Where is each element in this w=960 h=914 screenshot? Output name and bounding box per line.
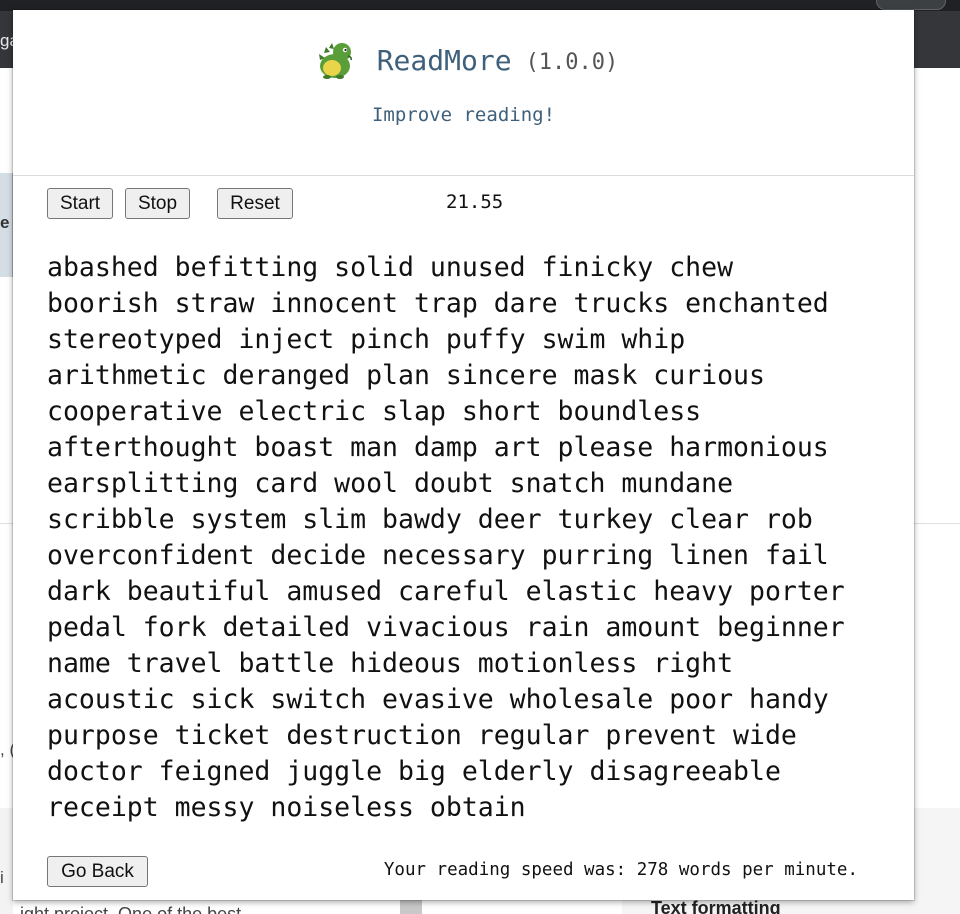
word-line: stereotyped inject pinch puffy swim whip: [47, 324, 686, 355]
reset-button[interactable]: Reset: [217, 188, 293, 219]
background-divider: [914, 523, 960, 524]
word-line: arithmetic deranged plan sincere mask cu…: [47, 360, 765, 391]
app-title: ReadMore: [376, 43, 512, 77]
timer-display: 21.55: [446, 191, 504, 213]
word-line: pedal fork detailed vivacious rain amoun…: [47, 612, 845, 643]
start-button[interactable]: Start: [47, 188, 113, 219]
side-panel-text-fragment: e: [0, 213, 10, 232]
app-subtitle: Improve reading!: [371, 104, 556, 126]
dinosaur-logo-icon: [318, 43, 352, 79]
word-line: overconfident decide necessary purring l…: [47, 540, 829, 571]
title-row: ReadMore (1.0.0): [13, 35, 914, 85]
app-version: (1.0.0): [525, 50, 619, 75]
word-line: boorish straw innocent trap dare trucks …: [47, 288, 829, 319]
reading-text: abashed befitting solid unused finicky c…: [47, 250, 897, 826]
word-line: doctor feigned juggle big elderly disagr…: [47, 756, 781, 787]
word-line: afterthought boast man damp art please h…: [47, 432, 829, 463]
background-paragraph: ight project. One of the best: [20, 904, 242, 914]
background-scrollbar[interactable]: [400, 900, 422, 914]
word-line: purpose ticket destruction regular preve…: [47, 720, 797, 751]
popup-header: ReadMore (1.0.0) Improve reading!: [13, 10, 914, 176]
word-line: earsplitting card wool doubt snatch mund…: [47, 468, 734, 499]
word-line: scribble system slim bawdy deer turkey c…: [47, 504, 813, 535]
browser-profile-pill[interactable]: [876, 0, 946, 10]
background-divider-left: [0, 523, 13, 524]
word-line: cooperative electric slap short boundles…: [47, 396, 702, 427]
word-line: acoustic sick switch evasive wholesale p…: [47, 684, 829, 715]
word-line: abashed befitting solid unused finicky c…: [47, 252, 734, 283]
word-line: receipt messy noiseless obtain: [47, 792, 526, 823]
word-line: dark beautiful amused careful elastic he…: [47, 576, 845, 607]
stop-button[interactable]: Stop: [125, 188, 190, 219]
word-line: name travel battle hideous motionless ri…: [47, 648, 734, 679]
go-back-button[interactable]: Go Back: [47, 856, 148, 887]
background-heading: Text formatting: [651, 898, 781, 914]
background-gray-block: [0, 808, 13, 914]
background-side-panel: e: [0, 173, 13, 277]
reading-speed-result: Your reading speed was: 278 words per mi…: [383, 860, 858, 880]
readmore-popup: ReadMore (1.0.0) Improve reading! Start …: [13, 10, 914, 900]
background-text-fragment-2: i: [0, 868, 4, 887]
